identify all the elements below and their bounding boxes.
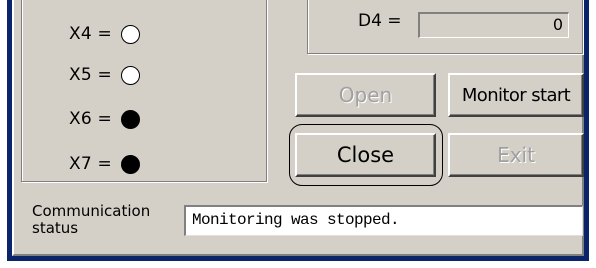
input-label-x7: X7 = bbox=[69, 154, 112, 174]
communication-label-line2: status bbox=[32, 219, 79, 237]
exit-button[interactable]: Exit bbox=[448, 133, 584, 177]
open-button[interactable]: Open bbox=[295, 73, 436, 117]
monitor-start-button[interactable]: Monitor start bbox=[448, 73, 584, 117]
communication-status-field: Monitoring was stopped. bbox=[184, 205, 583, 236]
d4-value-field: 0 bbox=[418, 12, 569, 38]
monitor-start-button-label: Monitor start bbox=[461, 84, 571, 106]
input-row-x6: X6 = bbox=[69, 107, 140, 131]
communication-label-line1: Communication bbox=[32, 202, 151, 220]
close-button[interactable]: Close bbox=[295, 133, 436, 177]
close-button-label: Close bbox=[336, 143, 395, 167]
input-label-x5: X5 = bbox=[69, 65, 112, 85]
x4-lamp-icon bbox=[121, 24, 140, 44]
open-button-label: Open bbox=[338, 83, 393, 107]
input-status-group bbox=[21, 0, 267, 182]
x5-lamp-icon bbox=[121, 65, 140, 85]
exit-button-label: Exit bbox=[497, 143, 535, 167]
input-label-x4: X4 = bbox=[69, 24, 112, 44]
d4-label: D4 = bbox=[358, 11, 402, 31]
x6-lamp-icon bbox=[121, 109, 140, 129]
input-row-x5: X5 = bbox=[69, 63, 140, 87]
input-row-x7: X7 = bbox=[69, 152, 140, 176]
input-row-x4: X4 = bbox=[69, 22, 140, 46]
communication-status-label: Communication status bbox=[32, 203, 150, 237]
input-label-x6: X6 = bbox=[69, 109, 112, 129]
x7-lamp-icon bbox=[121, 154, 140, 174]
